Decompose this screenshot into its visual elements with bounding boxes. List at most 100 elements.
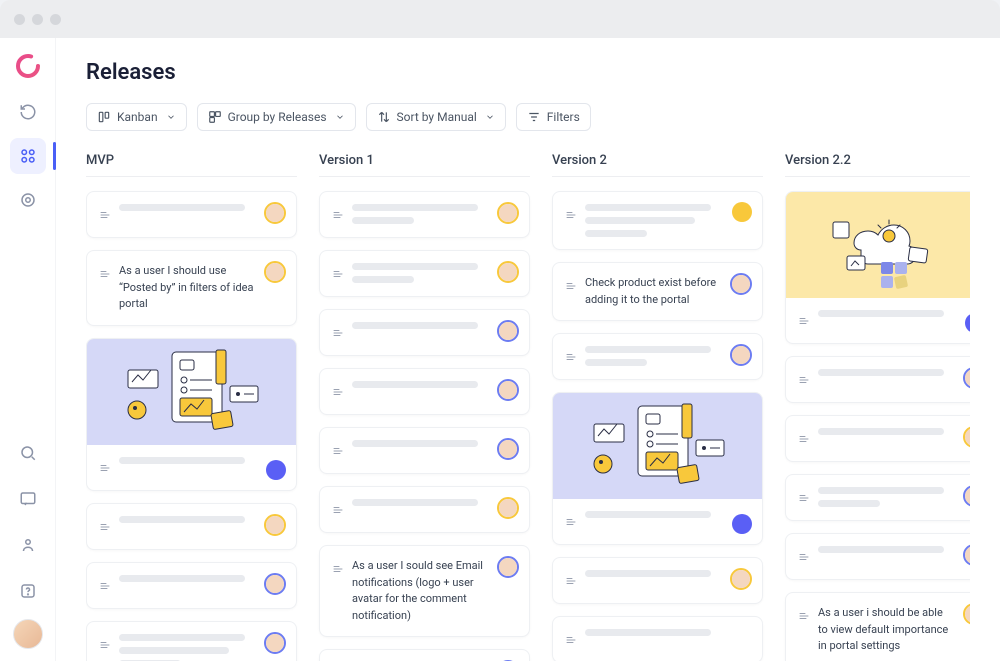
kanban-card[interactable] — [785, 533, 970, 580]
assignee-avatar — [497, 497, 519, 519]
kanban-card[interactable] — [319, 309, 530, 356]
nav-refresh-icon[interactable] — [10, 94, 46, 130]
status-dot — [732, 202, 752, 222]
kanban-column: Version 1As a user I sould see Email not… — [319, 153, 530, 661]
kanban-card[interactable] — [319, 486, 530, 533]
main-content: Releases Kanban Group by Releases Sort b… — [56, 38, 1000, 661]
card-placeholder — [352, 440, 517, 447]
app-logo[interactable] — [14, 52, 42, 80]
card-title: Check product exist before adding it to … — [585, 275, 750, 308]
kanban-column: MVP As a user I should use “Posted by” in… — [86, 153, 297, 661]
card-type-icon — [798, 548, 810, 567]
kanban-card[interactable] — [552, 557, 763, 604]
column-cards: As a user i should be able to view defau… — [785, 191, 970, 661]
sort-icon — [377, 110, 391, 124]
card-type-icon — [565, 513, 577, 532]
nav-releases-icon[interactable] — [10, 138, 46, 174]
sort-selector[interactable]: Sort by Manual — [366, 103, 506, 131]
chat-icon[interactable] — [10, 481, 46, 517]
kanban-card[interactable] — [785, 356, 970, 403]
assignee-avatar — [730, 568, 752, 590]
kanban-card[interactable]: Check product exist before adding it to … — [552, 262, 763, 321]
card-type-icon — [798, 607, 810, 626]
status-dot — [732, 514, 752, 534]
kanban-card[interactable] — [319, 368, 530, 415]
assignee-avatar — [264, 514, 286, 536]
kanban-card[interactable] — [319, 649, 530, 661]
card-placeholder — [585, 204, 750, 237]
card-type-icon — [99, 459, 111, 478]
filter-icon — [527, 110, 541, 124]
kanban-card[interactable] — [785, 191, 970, 344]
column-title: Version 2.2 — [785, 153, 970, 177]
kanban-card[interactable]: As a user I should use “Posted by” in fi… — [86, 250, 297, 326]
nav-target-icon[interactable] — [10, 182, 46, 218]
card-type-icon — [332, 324, 344, 343]
kanban-card[interactable]: As a user i should be able to view defau… — [785, 592, 970, 661]
kanban-card[interactable] — [86, 191, 297, 238]
card-type-icon — [99, 265, 111, 284]
card-title: As a user I sould see Email notification… — [352, 558, 517, 624]
kanban-icon — [97, 110, 111, 124]
group-icon — [208, 110, 222, 124]
kanban-card[interactable] — [86, 503, 297, 550]
help-icon[interactable] — [10, 573, 46, 609]
kanban-card[interactable] — [319, 250, 530, 297]
chevron-down-icon — [166, 112, 176, 122]
card-type-icon — [565, 277, 577, 296]
kanban-board: MVP As a user I should use “Posted by” in… — [86, 153, 970, 661]
card-type-icon — [332, 206, 344, 225]
card-placeholder — [119, 634, 284, 661]
column-title: MVP — [86, 153, 297, 177]
card-type-icon — [332, 265, 344, 284]
card-type-icon — [798, 430, 810, 449]
assignee-avatar — [730, 344, 752, 366]
kanban-card[interactable] — [319, 427, 530, 474]
assignee-avatar — [497, 202, 519, 224]
assignee-avatar — [497, 261, 519, 283]
filters-label: Filters — [547, 110, 580, 124]
kanban-card[interactable] — [86, 338, 297, 491]
card-type-icon — [99, 518, 111, 537]
kanban-card[interactable] — [785, 415, 970, 462]
kanban-card[interactable] — [319, 191, 530, 238]
card-type-icon — [798, 489, 810, 508]
assignee-avatar — [264, 261, 286, 283]
kanban-card[interactable] — [552, 616, 763, 661]
card-placeholder — [119, 516, 284, 523]
card-type-icon — [99, 636, 111, 655]
sidebar — [0, 38, 56, 661]
card-placeholder — [352, 322, 517, 329]
kanban-card[interactable] — [552, 191, 763, 250]
search-icon[interactable] — [10, 435, 46, 471]
card-type-icon — [99, 577, 111, 596]
group-by-selector[interactable]: Group by Releases — [197, 103, 356, 131]
view-label: Kanban — [117, 110, 158, 124]
view-selector[interactable]: Kanban — [86, 103, 187, 131]
chevron-down-icon — [335, 112, 345, 122]
card-type-icon — [332, 383, 344, 402]
kanban-card[interactable] — [552, 392, 763, 545]
column-title: Version 2 — [552, 153, 763, 177]
status-dot — [266, 460, 286, 480]
kanban-card[interactable] — [86, 621, 297, 661]
card-placeholder — [585, 570, 750, 577]
kanban-card[interactable] — [86, 562, 297, 609]
user-avatar[interactable] — [13, 619, 43, 649]
card-title: As a user I should use “Posted by” in fi… — [119, 263, 284, 313]
browser-chrome — [0, 0, 1000, 38]
team-icon[interactable] — [10, 527, 46, 563]
kanban-card[interactable] — [785, 474, 970, 521]
card-placeholder — [818, 487, 970, 507]
kanban-card[interactable]: As a user I sould see Email notification… — [319, 545, 530, 637]
filters-button[interactable]: Filters — [516, 103, 591, 131]
assignee-avatar — [264, 632, 286, 654]
column-cards: As a user I sould see Email notification… — [319, 191, 530, 661]
kanban-card[interactable] — [552, 333, 763, 380]
traffic-light-dot — [32, 14, 43, 25]
assignee-avatar — [730, 273, 752, 295]
page-title: Releases — [86, 60, 970, 85]
column-cards: As a user I should use “Posted by” in fi… — [86, 191, 297, 661]
card-placeholder — [119, 204, 284, 211]
card-placeholder — [818, 546, 970, 553]
